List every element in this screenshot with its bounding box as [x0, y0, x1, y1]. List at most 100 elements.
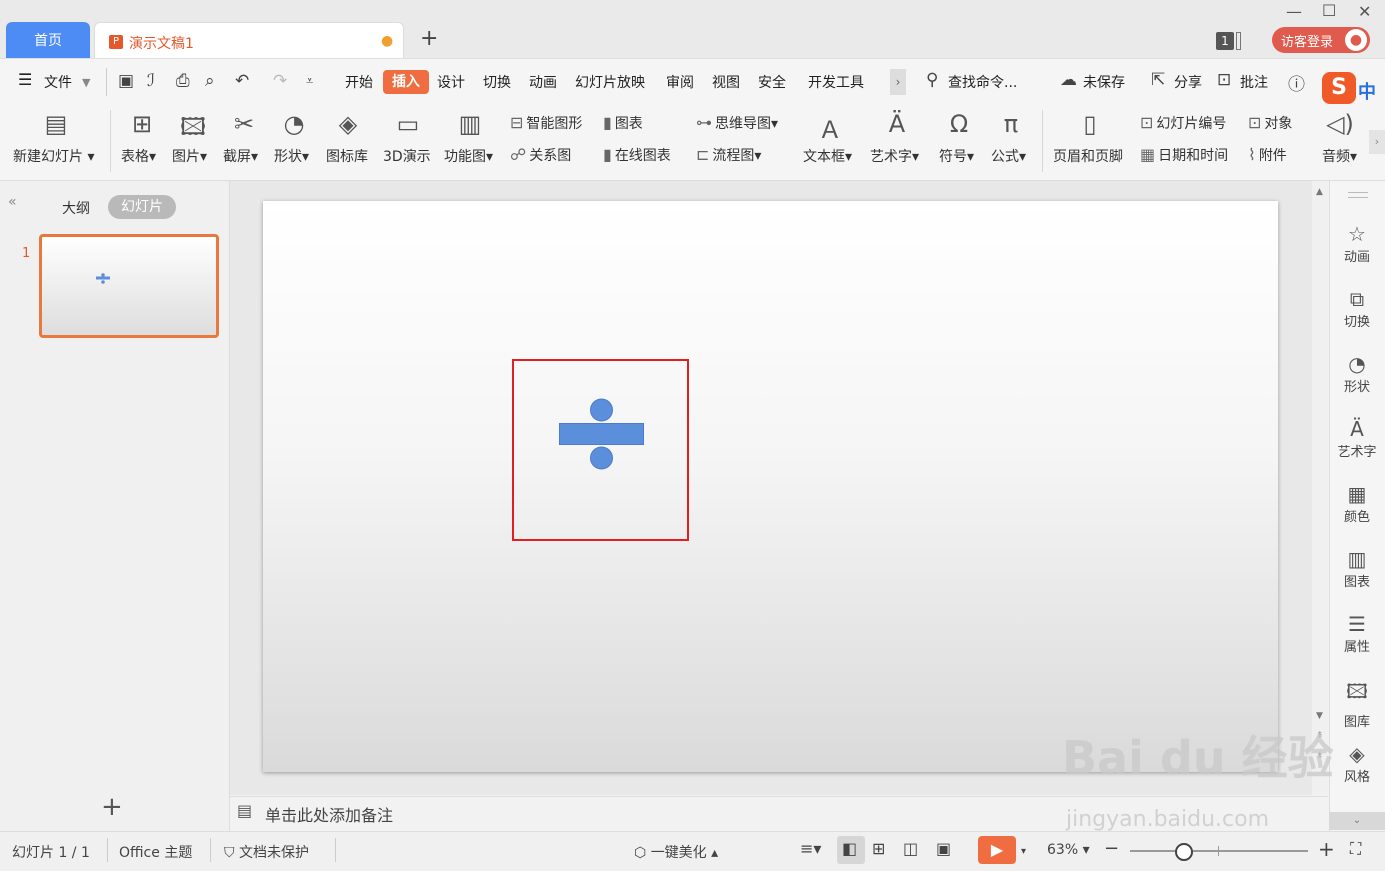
reading-view-icon[interactable]: ◫	[903, 839, 918, 858]
menu-security[interactable]: 安全	[758, 72, 786, 92]
sidebar-item-transition[interactable]: ⧉ 切换	[1329, 287, 1385, 330]
table-icon[interactable]: ⊞	[124, 110, 160, 138]
online-chart-button[interactable]: ▮ 在线图表	[603, 145, 671, 165]
menu-review[interactable]: 审阅	[666, 72, 694, 92]
zoom-slider[interactable]	[1130, 850, 1308, 852]
zoom-out-button[interactable]: −	[1104, 838, 1119, 859]
picture-button[interactable]: 图片▾	[172, 146, 207, 166]
formula-icon[interactable]: π	[993, 110, 1029, 138]
chevron-down-icon[interactable]: ▼	[82, 76, 90, 89]
ribbon-scroll-button[interactable]: ›	[1369, 130, 1385, 154]
symbol-icon[interactable]: Ω	[941, 110, 977, 138]
window-count-badge[interactable]: 1	[1216, 32, 1234, 50]
function-chart-button[interactable]: 功能图▾	[444, 146, 493, 166]
date-time-button[interactable]: ▦ 日期和时间	[1140, 145, 1228, 165]
function-chart-icon[interactable]: ▥	[452, 110, 488, 138]
sidebar-item-shape[interactable]: ◔ 形状	[1329, 352, 1385, 395]
object-button[interactable]: ⊡ 对象	[1248, 113, 1292, 133]
sogou-ime-icon[interactable]: S	[1322, 72, 1356, 104]
table-button[interactable]: 表格▾	[121, 146, 156, 166]
sidebar-item-gallery[interactable]: 🖾 图库	[1329, 677, 1385, 730]
sidebar-item-wordart[interactable]: Ä 艺术字	[1329, 417, 1385, 460]
textbox-icon[interactable]: Ａ	[812, 110, 848, 145]
undo-icon[interactable]: ↶	[235, 71, 249, 91]
tab-document[interactable]: P 演示文稿1 ●	[94, 22, 404, 58]
search-icon[interactable]: ⚲	[926, 70, 938, 90]
vertical-scrollbar[interactable]: ▲ ▼ ⇞ ⇟	[1312, 181, 1328, 795]
sidebar-item-chart[interactable]: ▥ 图表	[1329, 547, 1385, 590]
collapse-panel-icon[interactable]: «	[8, 194, 17, 210]
hamburger-icon[interactable]: ☰	[18, 70, 32, 89]
wordart-button[interactable]: 艺术字▾	[870, 146, 919, 166]
sidebar-item-style[interactable]: ◈ 风格	[1329, 742, 1385, 785]
sidebar-item-color[interactable]: ▦ 颜色	[1329, 482, 1385, 525]
icon-library-icon[interactable]: ◈	[330, 110, 366, 138]
play-options-chevron-icon[interactable]: ▾	[1021, 846, 1026, 857]
screenshot-icon[interactable]: ✂	[226, 110, 262, 138]
shape-icon[interactable]: ◔	[276, 110, 312, 138]
tab-home[interactable]: 首页	[6, 22, 90, 58]
menu-animation[interactable]: 动画	[529, 72, 557, 92]
menu-slideshow[interactable]: 幻灯片放映	[575, 72, 645, 92]
sidebar-collapse-button[interactable]: ⌄	[1329, 812, 1385, 830]
header-footer-icon[interactable]: ▯	[1072, 110, 1108, 138]
audio-icon[interactable]: ◁)	[1322, 110, 1358, 138]
3d-demo-button[interactable]: 3D演示	[383, 146, 431, 166]
new-tab-button[interactable]: +	[420, 26, 438, 51]
comment-button[interactable]: 批注	[1240, 72, 1268, 92]
save-icon[interactable]: ▣	[118, 71, 134, 91]
add-slide-button[interactable]: +	[101, 792, 123, 822]
attachment-button[interactable]: ⌇ 附件	[1248, 145, 1287, 165]
slide-number-button[interactable]: ⊡ 幻灯片编号	[1140, 113, 1226, 133]
menu-transition[interactable]: 切换	[483, 72, 511, 92]
print-icon[interactable]: ⎙	[176, 71, 190, 91]
tab-outline[interactable]: 大纲	[62, 198, 90, 218]
scroll-up-icon[interactable]: ▲	[1316, 187, 1323, 197]
notes-placeholder[interactable]: 单击此处添加备注	[265, 802, 393, 826]
file-menu[interactable]: 文件	[44, 72, 72, 92]
sidebar-item-properties[interactable]: ☰ 属性	[1329, 612, 1385, 655]
menu-developer[interactable]: 开发工具	[808, 72, 864, 92]
unsaved-status[interactable]: 未保存	[1083, 72, 1125, 92]
new-slide-icon[interactable]: ▤	[38, 110, 74, 138]
screenshot-button[interactable]: 截屏▾	[223, 146, 258, 166]
tab-slides[interactable]: 幻灯片	[108, 195, 176, 219]
more-menu-button[interactable]: ›	[890, 69, 906, 95]
chart-button[interactable]: ▮ 图表	[603, 113, 643, 133]
customize-qa-icon[interactable]: ⩡	[306, 74, 313, 89]
flowchart-button[interactable]: ⊏ 流程图▾	[696, 145, 761, 165]
icon-library-button[interactable]: 图标库	[326, 146, 368, 166]
minimize-icon[interactable]: —	[1286, 2, 1302, 21]
sidebar-item-animation[interactable]: ☆ 动画	[1329, 222, 1385, 265]
slide[interactable]	[263, 201, 1278, 772]
relation-chart-button[interactable]: ☍ 关系图	[510, 145, 571, 165]
header-footer-button[interactable]: 页眉和页脚	[1053, 146, 1123, 166]
menu-home[interactable]: 开始	[345, 72, 373, 92]
zoom-slider-handle[interactable]	[1175, 843, 1193, 861]
fit-window-icon[interactable]: ⛶	[1350, 839, 1361, 859]
slide-sorter-icon[interactable]: ⊞	[872, 839, 885, 858]
picture-icon[interactable]: 🖾	[175, 110, 211, 151]
3d-demo-icon[interactable]: ▭	[390, 110, 426, 138]
print-preview-icon[interactable]: ⌕	[205, 71, 215, 91]
one-click-beautify[interactable]: ⬡ 一键美化 ▴	[634, 842, 718, 862]
textbox-button[interactable]: 文本框▾	[803, 146, 852, 166]
smart-art-button[interactable]: ⊟ 智能图形	[510, 113, 582, 133]
menu-view[interactable]: 视图	[712, 72, 740, 92]
formula-button[interactable]: 公式▾	[991, 146, 1026, 166]
zoom-level[interactable]: 63% ▾	[1047, 842, 1090, 858]
mindmap-button[interactable]: ⊶ 思维导图▾	[696, 113, 778, 133]
ime-chinese-icon[interactable]: 中	[1358, 78, 1376, 104]
document-protection[interactable]: ⛉ 文档未保护	[224, 842, 309, 862]
theme-name[interactable]: Office 主题	[119, 842, 192, 862]
shape-button[interactable]: 形状▾	[274, 146, 309, 166]
menu-design[interactable]: 设计	[437, 72, 465, 92]
redo-icon[interactable]: ↷	[273, 71, 287, 91]
new-slide-button[interactable]: 新建幻灯片 ▾	[13, 146, 94, 166]
search-command-input[interactable]: 查找命令...	[948, 72, 1017, 92]
menu-insert[interactable]: 插入	[383, 70, 429, 94]
scroll-down-icon[interactable]: ▼	[1316, 711, 1323, 721]
presenter-view-icon[interactable]: ▣	[936, 839, 951, 858]
notes-toggle-icon[interactable]: ≡▾	[800, 839, 821, 858]
close-icon[interactable]: ✕	[1358, 2, 1371, 21]
